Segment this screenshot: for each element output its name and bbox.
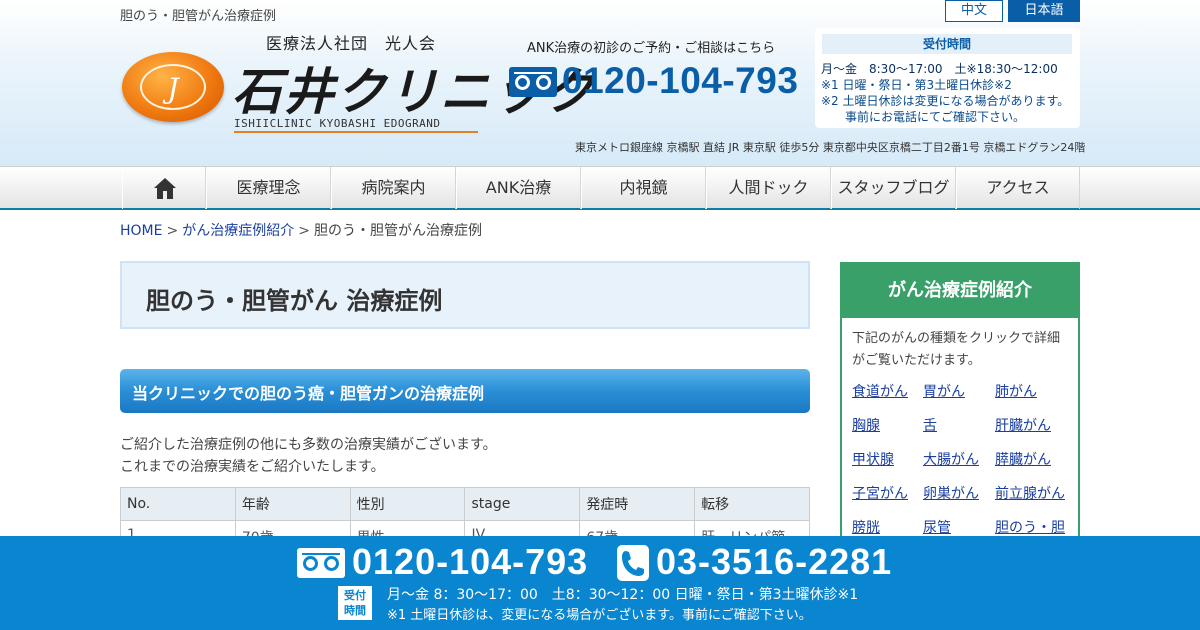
page-caption: 胆のう・胆管がん治療症例 bbox=[120, 9, 277, 24]
header-phone-number[interactable]: 0120-104-793 bbox=[562, 60, 798, 102]
subtitle-underline bbox=[234, 131, 478, 133]
clinic-logo[interactable]: J bbox=[122, 52, 224, 122]
sidebar-link-prostate[interactable]: 前立腺がん bbox=[995, 483, 1065, 503]
sidebar-link-ovary[interactable]: 卵巣がん bbox=[923, 483, 979, 503]
sidebar-link-stomach[interactable]: 胃がん bbox=[923, 381, 965, 401]
footer-hours-line-2: ※1 土曜日休診は、変更になる場合がございます。事前にご確認下さい。 bbox=[387, 608, 812, 623]
hours-line-3: ※2 土曜日休診は変更になる場合があります。 bbox=[821, 94, 1070, 108]
nav-home[interactable] bbox=[122, 167, 206, 209]
nav-item-access[interactable]: アクセス bbox=[956, 167, 1080, 209]
table-header-stage: stage bbox=[464, 487, 581, 521]
freedial-icon bbox=[509, 67, 557, 97]
hours-line-4: 事前にお電話にてご確認下さい。 bbox=[845, 110, 1026, 124]
sidebar-link-gallbladder[interactable]: 胆のう・胆 bbox=[995, 517, 1065, 537]
table-header-age: 年齢 bbox=[234, 487, 351, 521]
reception-badge-line-2: 時間 bbox=[344, 604, 366, 617]
intro-line-2: これまでの治療実績をご紹介いたします。 bbox=[120, 459, 385, 475]
sidebar-link-thymus[interactable]: 胸腺 bbox=[852, 415, 880, 435]
breadcrumb-home[interactable]: HOME bbox=[120, 223, 162, 239]
booking-caption: ANK治療の初診のご予約・ご相談はこちら bbox=[527, 41, 776, 56]
reception-hours-box: 受付時間 月～金 8:30～17:00 土※18:30～12:00 ※1 日曜・… bbox=[815, 28, 1080, 128]
sidebar-link-ureter[interactable]: 尿管 bbox=[923, 517, 951, 537]
hours-line-2: ※1 日曜・祭日・第3土曜日休診※2 bbox=[821, 78, 1012, 92]
nav-item-hospital-guide[interactable]: 病院案内 bbox=[331, 167, 456, 209]
nav-item-ank-treatment[interactable]: ANK治療 bbox=[456, 167, 581, 209]
page-title: 胆のう・胆管がん 治療症例 bbox=[146, 287, 443, 315]
nav-item-health-checkup[interactable]: 人間ドック bbox=[706, 167, 831, 209]
breadcrumb: HOME > がん治療症例紹介 > 胆のう・胆管がん治療症例 bbox=[120, 220, 482, 240]
sidebar-link-colon[interactable]: 大腸がん bbox=[923, 449, 979, 469]
home-icon bbox=[154, 178, 176, 199]
sidebar-link-lung[interactable]: 肺がん bbox=[995, 381, 1037, 401]
sidebar-link-uterus[interactable]: 子宮がん bbox=[852, 483, 908, 503]
sidebar-cases-box: がん治療症例紹介 下記のがんの種類をクリックで詳細がご覧いただけます。 食道がん… bbox=[840, 262, 1080, 552]
sidebar-link-liver[interactable]: 肝臓がん bbox=[995, 415, 1051, 435]
freedial-icon bbox=[297, 548, 345, 578]
table-header-row: No. 年齢 性別 stage 発症時 転移 bbox=[120, 487, 810, 521]
reception-badge-line-1: 受付 bbox=[344, 589, 366, 602]
hours-line-1: 月～金 8:30～17:00 土※18:30～12:00 bbox=[821, 62, 1058, 76]
sidebar-link-grid: 食道がん 胃がん 肺がん 胸腺 舌 肝臓がん 甲状腺 大腸がん 膵臓がん 子宮が… bbox=[842, 264, 1078, 550]
language-chinese-button[interactable]: 中文 bbox=[945, 0, 1003, 22]
telephone-icon bbox=[617, 545, 649, 581]
global-navigation: 医療理念 病院案内 ANK治療 内視鏡 人間ドック スタッフブログ アクセス bbox=[0, 166, 1200, 210]
corporation-name: 医療法人社団 光人会 bbox=[266, 34, 437, 53]
footer-contact-bar: 0120-104-793 03-3516-2281 受付 時間 月～金 8：30… bbox=[0, 536, 1200, 630]
table-header-onset: 発症時 bbox=[579, 487, 696, 521]
sidebar-link-thyroid[interactable]: 甲状腺 bbox=[852, 449, 894, 469]
clinic-subtitle: ISHIICLINIC KYOBASHI EDOGRAND bbox=[234, 117, 441, 130]
page-title-box: 胆のう・胆管がん 治療症例 bbox=[120, 261, 810, 329]
sidebar-link-esophageal[interactable]: 食道がん bbox=[852, 381, 908, 401]
reception-badge: 受付 時間 bbox=[338, 586, 372, 620]
section-heading: 当クリニックでの胆のう癌・胆管ガンの治療症例 bbox=[132, 384, 485, 403]
access-info: 東京メトロ銀座線 京橋駅 直結 JR 東京駅 徒歩5分 東京都中央区京橋二丁目2… bbox=[575, 141, 1086, 154]
breadcrumb-separator: > bbox=[298, 223, 310, 239]
intro-text: ご紹介した治療症例の他にも多数の治療実績がございます。 これまでの治療実績をご紹… bbox=[120, 434, 497, 478]
nav-item-philosophy[interactable]: 医療理念 bbox=[206, 167, 331, 209]
nav-item-endoscope[interactable]: 内視鏡 bbox=[581, 167, 706, 209]
sidebar-link-pancreas[interactable]: 膵臓がん bbox=[995, 449, 1051, 469]
intro-line-1: ご紹介した治療症例の他にも多数の治療実績がございます。 bbox=[120, 437, 497, 453]
section-heading-bar: 当クリニックでの胆のう癌・胆管ガンの治療症例 bbox=[120, 369, 810, 413]
logo-ring: J bbox=[140, 64, 206, 110]
sidebar-link-tongue[interactable]: 舌 bbox=[923, 415, 937, 435]
table-header-metastasis: 転移 bbox=[694, 487, 810, 521]
footer-hours-line-1: 月～金 8：30～17：00 土8：30～12：00 日曜・祭日・第3土曜休診※… bbox=[387, 587, 859, 603]
footer-phone-freedial[interactable]: 0120-104-793 bbox=[352, 541, 588, 583]
breadcrumb-current: 胆のう・胆管がん治療症例 bbox=[313, 223, 482, 239]
sidebar-link-bladder[interactable]: 膀胱 bbox=[852, 517, 880, 537]
table-header-sex: 性別 bbox=[349, 487, 466, 521]
nav-item-staff-blog[interactable]: スタッフブログ bbox=[831, 167, 956, 209]
reception-hours-title: 受付時間 bbox=[822, 34, 1072, 54]
table-header-no: No. bbox=[120, 487, 236, 521]
breadcrumb-cases[interactable]: がん治療症例紹介 bbox=[182, 223, 294, 239]
language-japanese-button[interactable]: 日本語 bbox=[1008, 0, 1080, 22]
footer-phone-regular[interactable]: 03-3516-2281 bbox=[656, 541, 892, 583]
breadcrumb-separator: > bbox=[166, 223, 179, 239]
logo-letter: J bbox=[167, 72, 179, 105]
